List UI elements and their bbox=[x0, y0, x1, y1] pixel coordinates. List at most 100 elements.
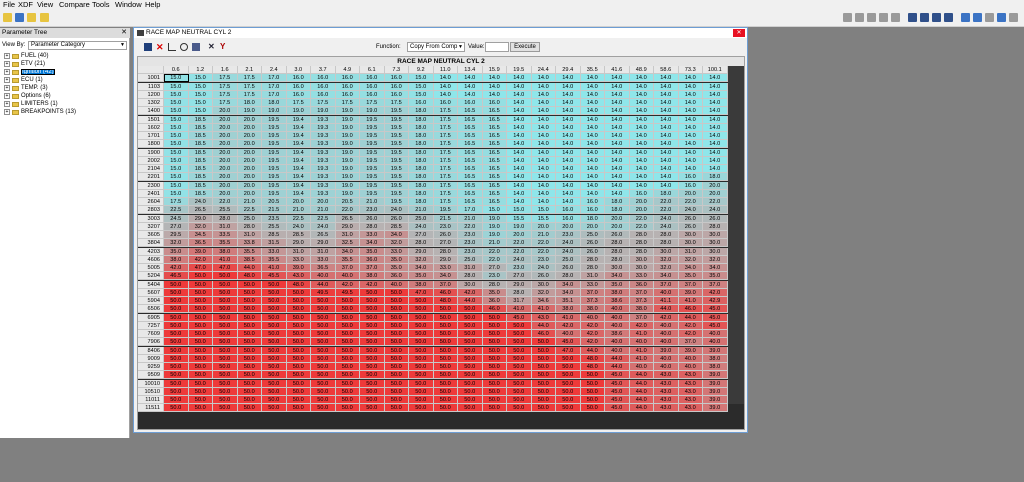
table-cell[interactable]: 50.0 bbox=[311, 371, 336, 380]
table-cell[interactable]: 50.0 bbox=[507, 379, 532, 388]
table-cell[interactable]: 19.5 bbox=[262, 173, 287, 182]
table-cell[interactable]: 50.0 bbox=[384, 321, 409, 330]
link-icon[interactable] bbox=[891, 13, 900, 22]
table-cell[interactable]: 20.0 bbox=[580, 222, 605, 231]
table-cell[interactable]: 44.0 bbox=[629, 396, 654, 404]
table-cell[interactable]: 14.0 bbox=[605, 99, 630, 107]
table-cell[interactable]: 19.3 bbox=[311, 165, 336, 173]
table-cell[interactable]: 19.5 bbox=[384, 123, 409, 132]
table-cell[interactable]: 42.0 bbox=[360, 280, 385, 289]
table-cell[interactable]: 50.0 bbox=[458, 346, 483, 355]
table-cell[interactable]: 30.0 bbox=[654, 247, 679, 256]
table-cell[interactable]: 42.9 bbox=[703, 297, 728, 305]
table-cell[interactable]: 50.0 bbox=[164, 354, 189, 363]
table-cell[interactable]: 20.0 bbox=[237, 115, 262, 124]
table-cell[interactable]: 22.0 bbox=[213, 198, 238, 206]
table-cell[interactable]: 35.0 bbox=[164, 247, 189, 256]
table-cell[interactable]: 18.5 bbox=[188, 181, 213, 190]
table-cell[interactable]: 50.0 bbox=[335, 371, 360, 380]
table-cell[interactable]: 50.0 bbox=[458, 396, 483, 404]
table-cell[interactable]: 38.0 bbox=[703, 354, 728, 363]
table-cell[interactable]: 24.0 bbox=[703, 206, 728, 215]
table-cell[interactable]: 18.0 bbox=[605, 198, 630, 206]
expand-icon[interactable]: + bbox=[4, 53, 10, 59]
table-cell[interactable]: 17.5 bbox=[433, 189, 458, 198]
table-cell[interactable]: 50.0 bbox=[237, 371, 262, 380]
table-cell[interactable]: 19.5 bbox=[262, 181, 287, 190]
table-cell[interactable]: 50.0 bbox=[213, 363, 238, 371]
table-cell[interactable]: 38.0 bbox=[360, 272, 385, 281]
table-cell[interactable]: 45.0 bbox=[605, 404, 630, 413]
table-cell[interactable]: 17.5 bbox=[360, 99, 385, 107]
table-cell[interactable]: 18.0 bbox=[409, 115, 434, 124]
table-cell[interactable]: 44.0 bbox=[531, 321, 556, 330]
table-cell[interactable]: 19.0 bbox=[335, 173, 360, 182]
table-cell[interactable]: 17.5 bbox=[237, 74, 262, 83]
table-cell[interactable]: 38.0 bbox=[605, 288, 630, 297]
table-cell[interactable]: 25.5 bbox=[213, 206, 238, 215]
table-cell[interactable]: 50.0 bbox=[237, 354, 262, 363]
table-cell[interactable]: 50.0 bbox=[409, 387, 434, 396]
table-cell[interactable]: 15.0 bbox=[164, 140, 189, 149]
table-cell[interactable]: 16.0 bbox=[360, 90, 385, 99]
table-cell[interactable]: 25.0 bbox=[409, 214, 434, 223]
table-cell[interactable]: 23.0 bbox=[433, 222, 458, 231]
table-cell[interactable]: 50.0 bbox=[164, 313, 189, 322]
table-cell[interactable]: 16.5 bbox=[458, 123, 483, 132]
table-cell[interactable]: 27.0 bbox=[482, 264, 507, 272]
table-cell[interactable]: 14.0 bbox=[507, 99, 532, 107]
table-cell[interactable]: 14.0 bbox=[507, 148, 532, 157]
table-cell[interactable]: 15.0 bbox=[164, 148, 189, 157]
table-cell[interactable]: 14.0 bbox=[556, 156, 581, 165]
table-cell[interactable]: 37.0 bbox=[433, 280, 458, 289]
table-cell[interactable]: 14.0 bbox=[629, 181, 654, 190]
table-cell[interactable]: 16.5 bbox=[482, 140, 507, 149]
table-cell[interactable]: 30.0 bbox=[678, 231, 703, 239]
table-cell[interactable]: 14.0 bbox=[703, 156, 728, 165]
table-cell[interactable]: 31.0 bbox=[458, 264, 483, 272]
table-cell[interactable]: 19.4 bbox=[286, 165, 311, 173]
table-cell[interactable]: 50.0 bbox=[262, 330, 287, 338]
column-header[interactable]: 73.3 bbox=[678, 66, 703, 74]
table-cell[interactable]: 19.5 bbox=[360, 140, 385, 149]
table-cell[interactable]: 32.0 bbox=[164, 239, 189, 248]
table-cell[interactable]: 16.0 bbox=[556, 214, 581, 223]
table-cell[interactable]: 50.0 bbox=[384, 387, 409, 396]
table-cell[interactable]: 20.0 bbox=[237, 181, 262, 190]
table-cell[interactable]: 50.0 bbox=[164, 297, 189, 305]
table-cell[interactable]: 50.0 bbox=[311, 305, 336, 314]
table-cell[interactable]: 19.0 bbox=[335, 181, 360, 190]
table-cell[interactable]: 42.0 bbox=[335, 280, 360, 289]
table-cell[interactable]: 20.0 bbox=[213, 156, 238, 165]
table-cell[interactable]: 23.0 bbox=[458, 247, 483, 256]
table-cell[interactable]: 18.0 bbox=[409, 123, 434, 132]
table-cell[interactable]: 50.0 bbox=[531, 338, 556, 347]
table-cell[interactable]: 50.0 bbox=[237, 288, 262, 297]
table-cell[interactable]: 14.0 bbox=[605, 90, 630, 99]
row-header[interactable]: 3605 bbox=[138, 231, 164, 239]
table-cell[interactable]: 23.0 bbox=[458, 239, 483, 248]
row-header[interactable]: 8406 bbox=[138, 346, 164, 355]
table-cell[interactable]: 19.5 bbox=[360, 165, 385, 173]
table-cell[interactable]: 16.0 bbox=[360, 74, 385, 83]
table-cell[interactable]: 14.0 bbox=[531, 107, 556, 116]
table-cell[interactable]: 18.0 bbox=[409, 173, 434, 182]
table-cell[interactable]: 34.0 bbox=[433, 272, 458, 281]
table-cell[interactable]: 50.0 bbox=[311, 338, 336, 347]
table-cell[interactable]: 26.0 bbox=[580, 247, 605, 256]
table-cell[interactable]: 19.5 bbox=[262, 115, 287, 124]
table-cell[interactable]: 50.0 bbox=[507, 354, 532, 363]
table-cell[interactable]: 50.0 bbox=[311, 387, 336, 396]
table-cell[interactable]: 19.5 bbox=[262, 156, 287, 165]
table-cell[interactable]: 14.0 bbox=[678, 132, 703, 140]
table-cell[interactable]: 50.0 bbox=[433, 387, 458, 396]
table-cell[interactable]: 28.0 bbox=[433, 247, 458, 256]
table-cell[interactable]: 50.0 bbox=[237, 363, 262, 371]
row-header[interactable]: 2604 bbox=[138, 198, 164, 206]
table-cell[interactable]: 50.0 bbox=[458, 379, 483, 388]
table-cell[interactable]: 50.0 bbox=[237, 313, 262, 322]
table-cell[interactable]: 14.0 bbox=[482, 90, 507, 99]
table-cell[interactable]: 20.0 bbox=[213, 107, 238, 116]
table-cell[interactable]: 16.0 bbox=[311, 74, 336, 83]
table-cell[interactable]: 22.0 bbox=[531, 247, 556, 256]
